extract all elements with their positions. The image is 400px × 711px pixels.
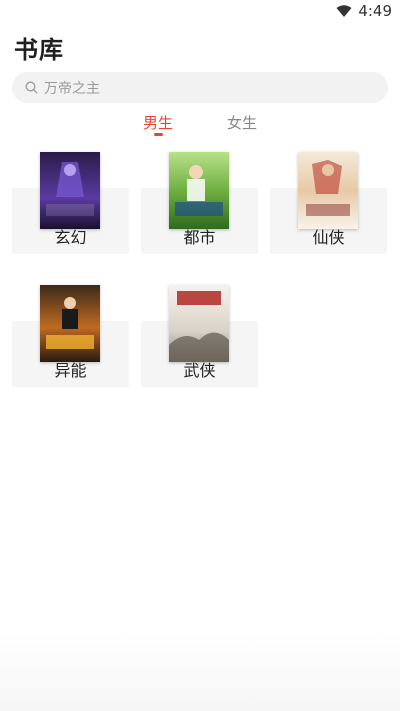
status-bar: 4:49 (0, 0, 400, 24)
tab-female[interactable]: 女生 (227, 112, 257, 133)
category-label: 仙侠 (312, 228, 345, 247)
category-label: 异能 (54, 361, 87, 380)
book-cover-image (40, 152, 100, 229)
gender-tabs: 男生 女生 (0, 110, 400, 140)
search-placeholder: 万帝之主 (44, 80, 100, 97)
category-card-xianxia[interactable]: 仙侠 (270, 152, 387, 254)
tab-male[interactable]: 男生 (143, 112, 173, 133)
search-icon (25, 81, 38, 94)
book-cover-image (169, 285, 229, 362)
search-input[interactable]: 万帝之主 (12, 72, 388, 103)
book-cover-image (169, 152, 229, 229)
category-label: 玄幻 (54, 228, 87, 247)
category-card-wuxia[interactable]: 武侠 (141, 285, 258, 387)
category-card-yineng[interactable]: 异能 (12, 285, 129, 387)
bottom-fade-decoration (0, 631, 400, 711)
wifi-icon (336, 4, 352, 18)
category-label: 都市 (183, 228, 216, 247)
page-title: 书库 (14, 36, 64, 64)
status-right: 4:49 (336, 2, 392, 20)
category-card-dushi[interactable]: 都市 (141, 152, 258, 254)
book-cover-image (298, 152, 358, 229)
tab-active-indicator (154, 133, 163, 136)
status-time: 4:49 (358, 2, 392, 20)
category-card-xuanhuan[interactable]: 玄幻 (12, 152, 129, 254)
book-cover-image (40, 285, 100, 362)
category-label: 武侠 (183, 361, 216, 380)
